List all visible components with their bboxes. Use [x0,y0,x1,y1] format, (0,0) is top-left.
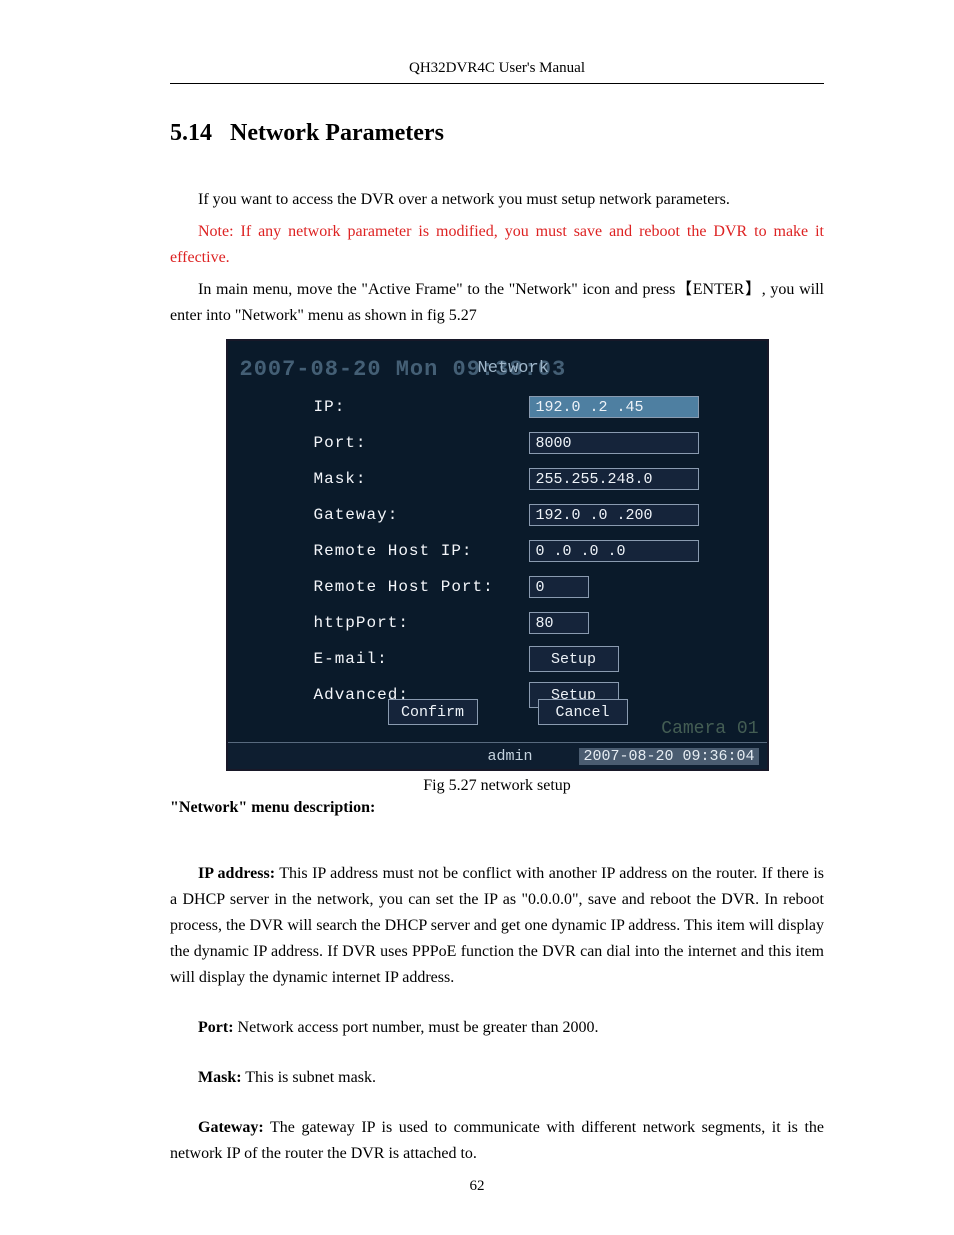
network-menu-description-heading: "Network" menu description: [170,799,824,817]
row-mask: Mask: 255.255.248.0 [314,461,744,497]
mask-field[interactable]: 255.255.248.0 [529,468,699,490]
email-setup-button[interactable]: Setup [529,646,619,672]
status-datetime: 2007-08-20 09:36:04 [579,748,758,765]
intro-text: If you want to access the DVR over a net… [170,187,824,329]
enter-key: 【ENTER】 [675,281,761,298]
row-remote-host-port: Remote Host Port: 0 [314,569,744,605]
desc-ip: IP address: This IP address must not be … [170,861,824,991]
label-email: E-mail: [314,650,529,668]
row-email: E-mail: Setup [314,641,744,677]
row-gateway: Gateway: 192.0 .0 .200 [314,497,744,533]
http-port-field[interactable]: 80 [529,612,589,634]
row-ip: IP: 192.0 .2 .45 [314,389,744,425]
port-field[interactable]: 8000 [529,432,699,454]
label-ip: IP: [314,398,529,416]
intro-p1: If you want to access the DVR over a net… [170,187,824,213]
section-heading: 5.14 Network Parameters [170,120,824,147]
label-port: Port: [314,434,529,452]
remote-host-ip-field[interactable]: 0 .0 .0 .0 [529,540,699,562]
camera-overlay-text: Camera 01 [661,719,758,739]
label-remote-host-port: Remote Host Port: [314,578,529,596]
confirm-button[interactable]: Confirm [388,699,478,725]
gateway-field[interactable]: 192.0 .0 .200 [529,504,699,526]
header-rule [170,83,824,84]
figure-caption: Fig 5.27 network setup [170,777,824,795]
cancel-button[interactable]: Cancel [538,699,628,725]
desc-gateway: Gateway: The gateway IP is used to commu… [170,1115,824,1167]
label-http-port: httpPort: [314,614,529,632]
header-title: QH32DVR4C User's Manual [170,60,824,77]
ip-field[interactable]: 192.0 .2 .45 [529,396,699,418]
row-http-port: httpPort: 80 [314,605,744,641]
label-remote-host-ip: Remote Host IP: [314,542,529,560]
intro-p2: In main menu, move the "Active Frame" to… [170,277,824,329]
section-number: 5.14 [170,120,212,147]
status-user: admin [488,748,533,765]
figure-status-bar: admin 2007-08-20 09:36:04 [228,742,767,769]
desc-mask: Mask: This is subnet mask. [170,1065,824,1091]
desc-port: Port: Network access port number, must b… [170,1015,824,1041]
intro-note: Note: If any network parameter is modifi… [170,219,824,271]
figure-network-setup: 2007-08-20 Mon 09:38:03 Network IP: 192.… [226,339,769,771]
remote-host-port-field[interactable]: 0 [529,576,589,598]
label-mask: Mask: [314,470,529,488]
row-remote-host-ip: Remote Host IP: 0 .0 .0 .0 [314,533,744,569]
page-number: 62 [0,1178,954,1195]
label-gateway: Gateway: [314,506,529,524]
row-port: Port: 8000 [314,425,744,461]
section-title: Network Parameters [230,120,444,146]
descriptions: IP address: This IP address must not be … [170,861,824,1167]
figure-dialog-title: Network [478,359,549,378]
